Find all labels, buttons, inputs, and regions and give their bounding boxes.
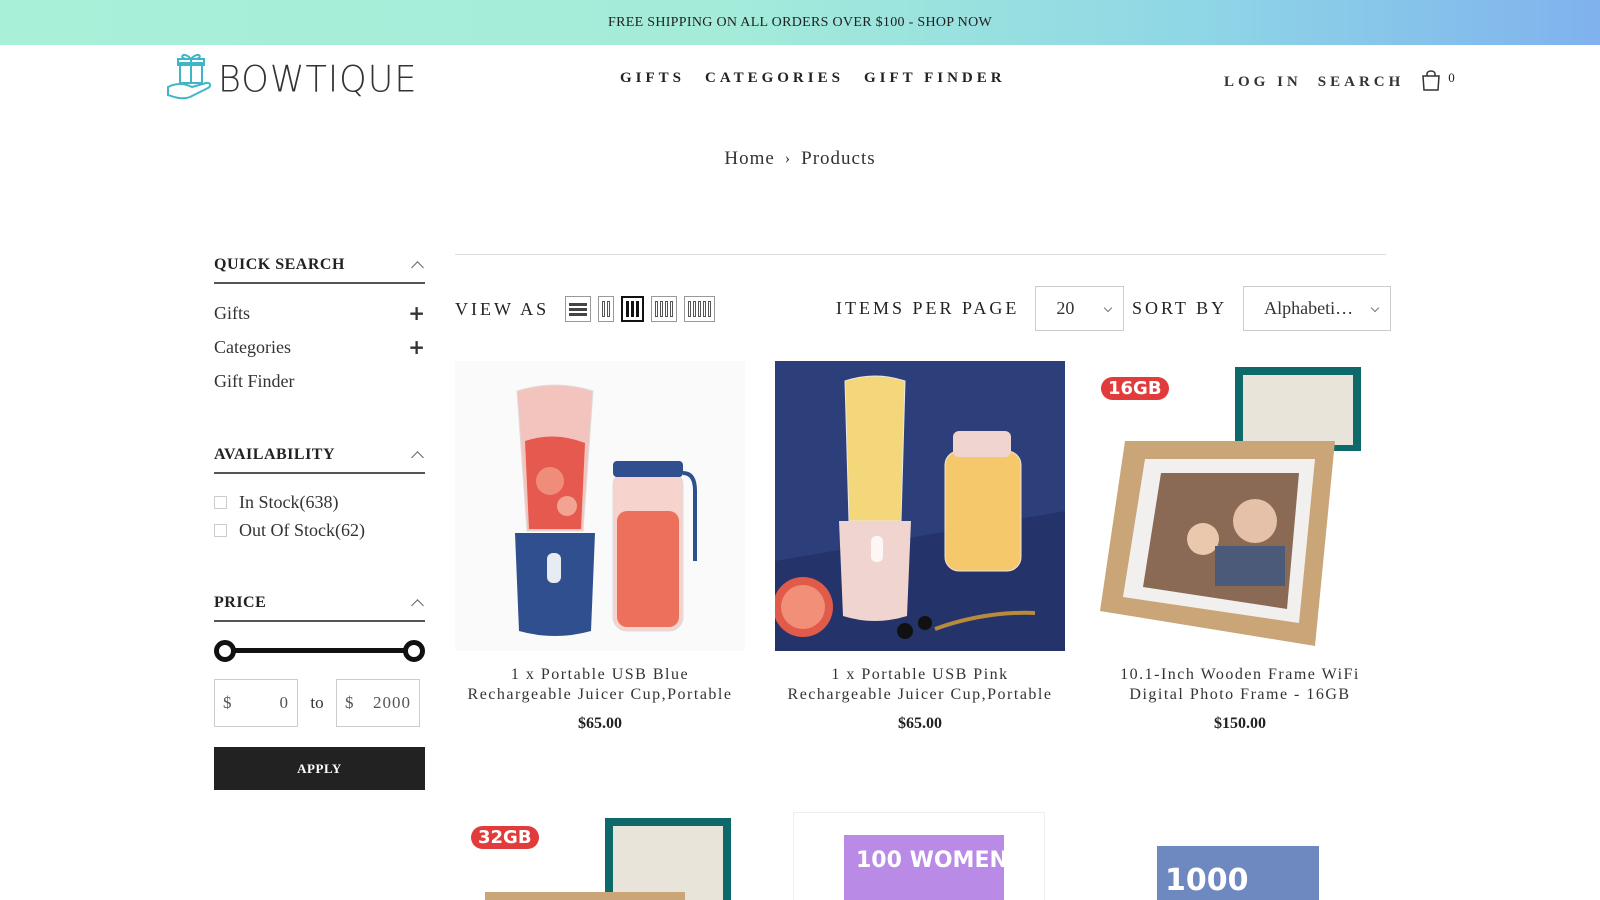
product-title[interactable]: 1 x Portable USB Pink Rechargeable Juice… xyxy=(775,665,1065,705)
product-image[interactable]: 100 WOMEN xyxy=(793,812,1045,900)
storage-badge: 32GB xyxy=(471,826,539,849)
nav-gift-finder[interactable]: GIFT FINDER xyxy=(864,70,1006,87)
product-price: $150.00 xyxy=(1214,715,1266,732)
price-header[interactable]: PRICE xyxy=(214,586,425,622)
quick-search-header[interactable]: QUICK SEARCH xyxy=(214,248,425,284)
gift-hand-icon xyxy=(166,53,214,108)
list-item-label: Gifts xyxy=(214,302,250,323)
items-per-page-value: 20 xyxy=(1056,298,1075,318)
shopping-bag-icon xyxy=(1420,68,1442,97)
out-of-stock-option[interactable]: Out Of Stock(62) xyxy=(214,516,425,544)
apply-price-button[interactable]: APPLY xyxy=(214,747,425,790)
search-link[interactable]: SEARCH xyxy=(1318,74,1405,91)
nav-categories[interactable]: CATEGORIES xyxy=(705,70,844,87)
quick-search-categories[interactable]: Categories + xyxy=(214,330,425,364)
product-card[interactable]: 1 x Portable USB Blue Rechargeable Juice… xyxy=(455,361,745,733)
list-view-button[interactable] xyxy=(565,296,592,322)
slider-max-handle[interactable] xyxy=(403,640,425,662)
product-card[interactable]: 100 WOMEN xyxy=(793,812,1045,900)
nav-gifts[interactable]: GIFTS xyxy=(620,70,685,87)
product-card[interactable]: 16GB 10.1-Inch Wooden Frame WiFi Digital… xyxy=(1095,361,1385,733)
announcement-text[interactable]: FREE SHIPPING ON ALL ORDERS OVER $100 - … xyxy=(608,15,992,31)
breadcrumb: Home › Products xyxy=(0,148,1600,170)
announcement-bar[interactable]: FREE SHIPPING ON ALL ORDERS OVER $100 - … xyxy=(0,0,1600,45)
sort-by: SORT BY Alphabetically, A-Z xyxy=(1132,286,1392,331)
brand-logo[interactable]: BOWTIQUE xyxy=(166,53,418,108)
chevron-up-icon[interactable] xyxy=(411,598,424,612)
items-per-page-select[interactable]: 20 xyxy=(1035,286,1125,331)
currency-symbol: $ xyxy=(345,693,354,712)
quick-search-gift-finder[interactable]: Gift Finder xyxy=(214,364,425,398)
sort-by-select[interactable]: Alphabetically, A-Z xyxy=(1243,286,1392,331)
chevron-down-icon xyxy=(1370,303,1380,312)
breadcrumb-separator: › xyxy=(784,150,792,167)
availability-header[interactable]: AVAILABILITY xyxy=(214,438,425,474)
plus-icon[interactable]: + xyxy=(408,301,425,325)
breadcrumb-current: Products xyxy=(801,148,876,169)
items-per-page: ITEMS PER PAGE 20 xyxy=(836,286,1125,331)
items-per-page-label: ITEMS PER PAGE xyxy=(836,298,1020,318)
user-nav: LOG IN SEARCH 0 xyxy=(1224,68,1455,97)
product-title[interactable]: 10.1-Inch Wooden Frame WiFi Digital Phot… xyxy=(1095,665,1385,705)
price-to-label: to xyxy=(310,693,324,712)
puzzle-box-text: 1000 xyxy=(1165,863,1249,898)
chevron-up-icon[interactable] xyxy=(411,260,424,274)
min-price-field[interactable]: $ 0 xyxy=(214,679,298,727)
currency-symbol: $ xyxy=(223,693,232,712)
main-nav: GIFTS CATEGORIES GIFT FINDER xyxy=(620,70,1006,87)
grid-4-view-button[interactable] xyxy=(651,296,678,322)
product-image[interactable]: 32GB xyxy=(455,810,745,900)
book-box-text: 100 WOMEN xyxy=(856,848,1008,873)
product-card[interactable]: 1 x Portable USB Pink Rechargeable Juice… xyxy=(775,361,1065,733)
in-stock-checkbox[interactable] xyxy=(214,495,227,509)
plus-icon[interactable]: + xyxy=(408,335,425,359)
view-as-label: VIEW AS xyxy=(455,298,550,319)
list-item-label: Categories xyxy=(214,336,291,357)
view-as-toolbar: VIEW AS xyxy=(455,296,716,322)
min-price-value[interactable]: 0 xyxy=(240,693,290,713)
out-of-stock-checkbox[interactable] xyxy=(214,523,227,537)
grid-5-view-button[interactable] xyxy=(684,296,716,322)
price-title: PRICE xyxy=(214,594,267,611)
product-price: $65.00 xyxy=(898,715,942,732)
grid-3-view-button[interactable] xyxy=(621,296,645,322)
product-image[interactable]: 1000 xyxy=(1095,810,1385,900)
checkbox-label: In Stock(638) xyxy=(239,491,339,512)
login-link[interactable]: LOG IN xyxy=(1224,74,1302,91)
sort-by-label: SORT BY xyxy=(1132,298,1228,318)
breadcrumb-home[interactable]: Home xyxy=(724,148,774,170)
max-price-value[interactable]: 2000 xyxy=(362,693,412,713)
product-image[interactable] xyxy=(455,361,745,651)
list-item-label: Gift Finder xyxy=(214,370,295,391)
slider-track xyxy=(224,648,415,653)
product-card[interactable]: 32GB xyxy=(455,810,745,900)
max-price-field[interactable]: $ 2000 xyxy=(336,679,420,727)
quick-search-list: Gifts + Categories + Gift Finder xyxy=(214,284,425,398)
cart-count: 0 xyxy=(1448,70,1455,85)
price-range-slider[interactable] xyxy=(214,639,425,663)
availability-title: AVAILABILITY xyxy=(214,446,336,463)
chevron-up-icon[interactable] xyxy=(411,450,424,464)
brand-name: BOWTIQUE xyxy=(218,59,418,101)
checkbox-label: Out Of Stock(62) xyxy=(239,519,365,540)
availability-options: In Stock(638) Out Of Stock(62) xyxy=(214,474,425,544)
product-card[interactable]: 1000 xyxy=(1095,810,1385,900)
product-price: $65.00 xyxy=(578,715,622,732)
toolbar-divider xyxy=(455,254,1386,255)
sort-by-value: Alphabetically, A-Z xyxy=(1264,298,1361,318)
slider-min-handle[interactable] xyxy=(214,640,236,662)
in-stock-option[interactable]: In Stock(638) xyxy=(214,488,425,516)
cart-button[interactable]: 0 xyxy=(1420,68,1455,97)
filter-sidebar: QUICK SEARCH Gifts + Categories + Gift F… xyxy=(214,248,425,790)
quick-search-gifts[interactable]: Gifts + xyxy=(214,296,425,330)
quick-search-title: QUICK SEARCH xyxy=(214,256,345,273)
product-image[interactable]: 16GB xyxy=(1095,361,1385,651)
product-image[interactable] xyxy=(775,361,1065,651)
price-inputs: $ 0 to $ 2000 xyxy=(214,679,425,727)
chevron-down-icon xyxy=(1104,303,1113,312)
product-title[interactable]: 1 x Portable USB Blue Rechargeable Juice… xyxy=(455,665,745,705)
grid-2-view-button[interactable] xyxy=(598,296,615,322)
storage-badge: 16GB xyxy=(1101,377,1169,400)
